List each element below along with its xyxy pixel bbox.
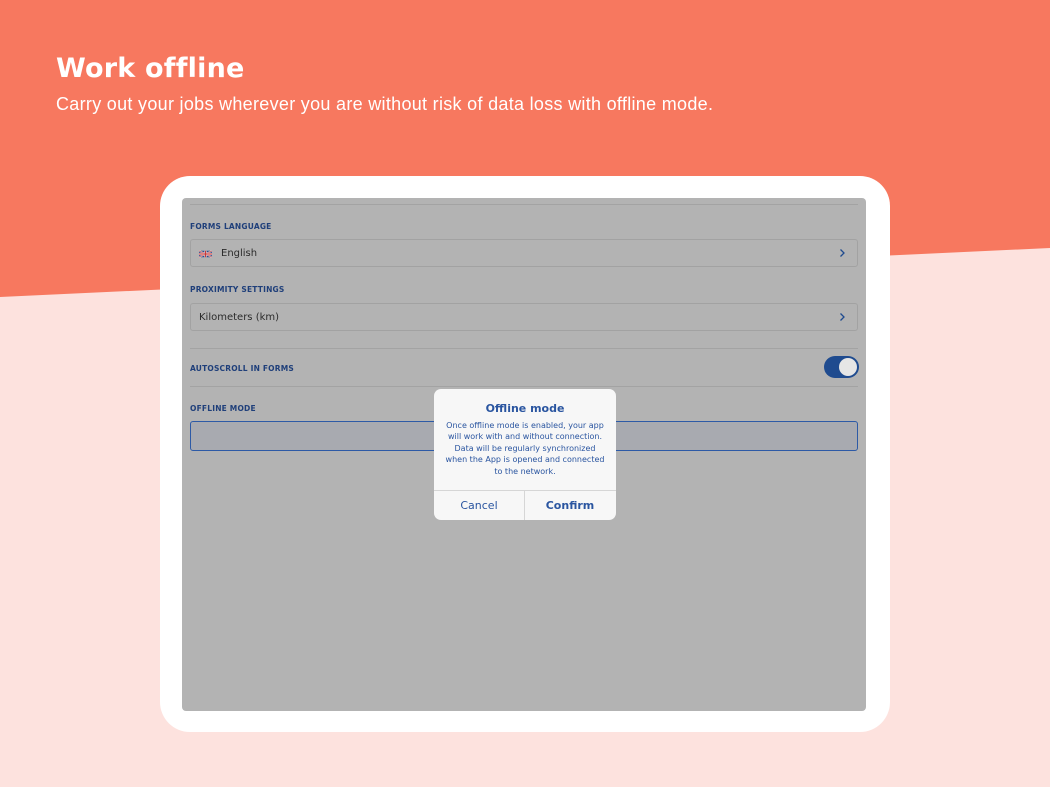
offline-mode-label: OFFLINE MODE: [190, 404, 256, 413]
forms-language-label: FORMS LANGUAGE: [190, 222, 272, 231]
cancel-button[interactable]: Cancel: [434, 491, 524, 520]
page-title: Work offline: [56, 53, 245, 84]
section-divider: [190, 386, 858, 387]
section-divider: [190, 348, 858, 349]
page-subtitle: Carry out your jobs wherever you are wit…: [56, 94, 714, 114]
proximity-settings-select[interactable]: Kilometers (km): [190, 303, 858, 331]
forms-language-value: English: [221, 248, 258, 259]
dialog-button-bar: Cancel Confirm: [434, 490, 616, 520]
dialog-message: Once offline mode is enabled, your app w…: [445, 421, 605, 476]
proximity-settings-label: PROXIMITY SETTINGS: [190, 285, 285, 294]
autoscroll-toggle[interactable]: [824, 356, 859, 378]
uk-flag-icon: [199, 250, 212, 258]
chevron-right-icon: [840, 249, 845, 257]
top-divider: [190, 204, 858, 205]
chevron-right-icon: [840, 313, 845, 321]
dialog-title: Offline mode: [485, 402, 565, 415]
forms-language-select[interactable]: English: [190, 239, 858, 267]
toggle-knob: [839, 358, 857, 376]
confirm-button[interactable]: Confirm: [525, 491, 615, 520]
autoscroll-label: AUTOSCROLL IN FORMS: [190, 364, 294, 373]
proximity-settings-value: Kilometers (km): [199, 312, 280, 323]
offline-mode-dialog: Offline mode Once offline mode is enable…: [434, 389, 616, 520]
